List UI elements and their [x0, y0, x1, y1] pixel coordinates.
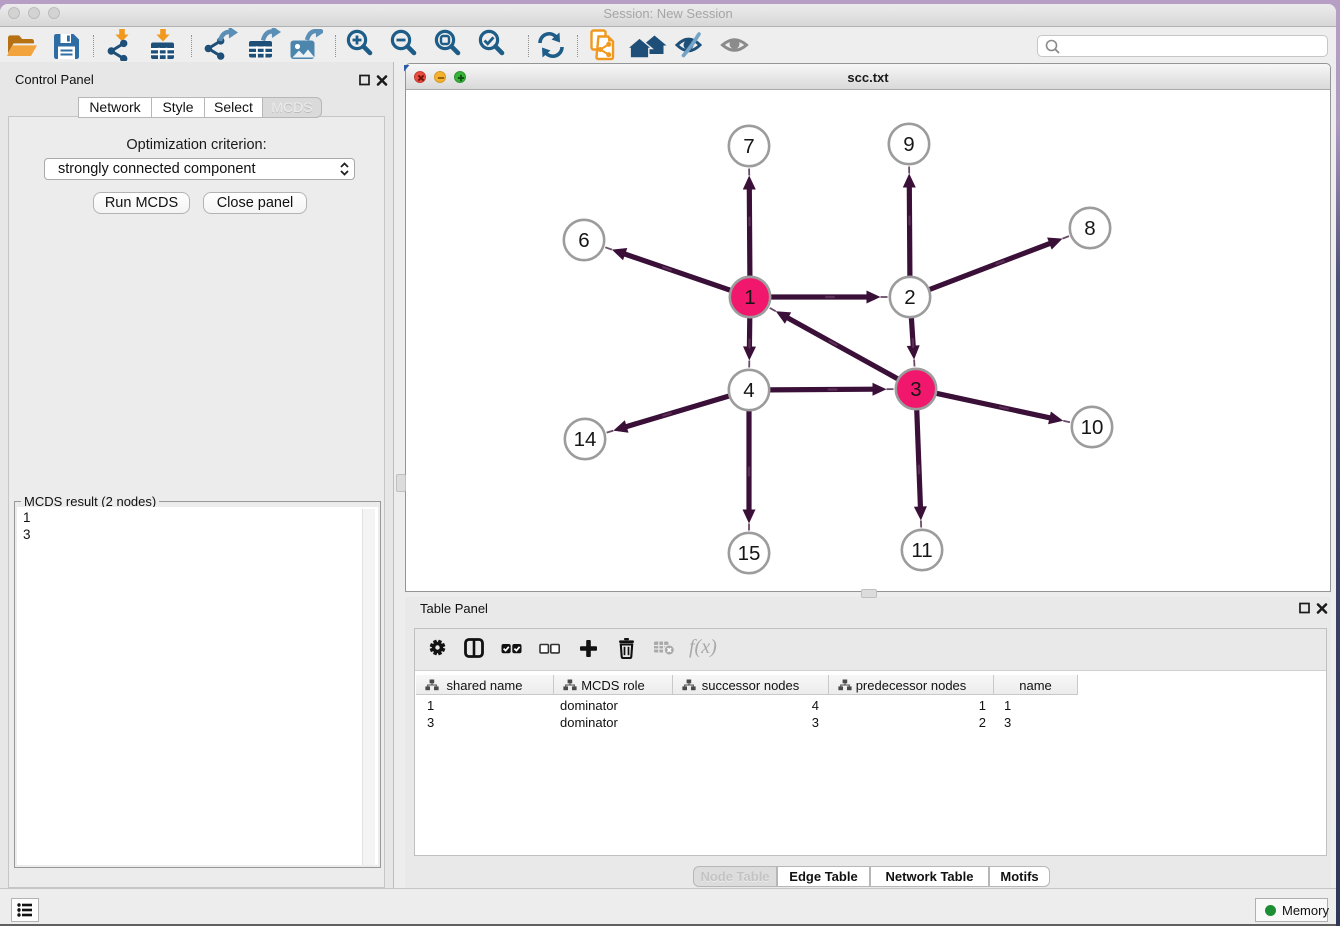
svg-text:3: 3 [910, 378, 921, 401]
svg-text:2: 2 [904, 286, 915, 309]
svg-text:8: 8 [1084, 217, 1095, 240]
svg-text:14: 14 [574, 428, 597, 451]
svg-text:4: 4 [743, 379, 754, 402]
svg-text:7: 7 [743, 135, 754, 158]
svg-text:15: 15 [738, 542, 761, 565]
svg-text:6: 6 [578, 229, 589, 252]
svg-text:10: 10 [1081, 416, 1104, 439]
svg-text:9: 9 [903, 133, 914, 156]
svg-text:1: 1 [744, 286, 755, 309]
svg-text:11: 11 [911, 539, 932, 562]
